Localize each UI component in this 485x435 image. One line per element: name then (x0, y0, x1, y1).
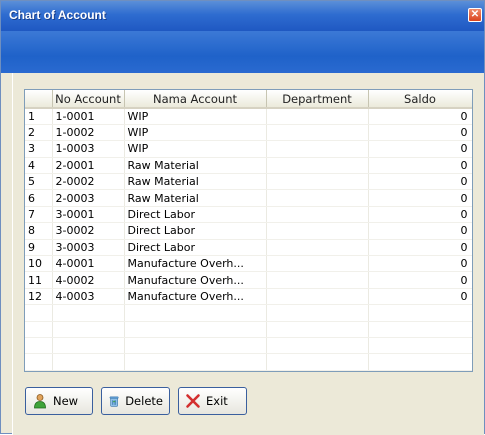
cell-no-account[interactable]: 4-0002 (52, 271, 125, 289)
cell-department[interactable] (266, 124, 369, 142)
cell-no-account[interactable]: 4-0003 (52, 288, 125, 306)
cell-department[interactable] (266, 206, 369, 224)
cell-nama-account[interactable]: Manufacture Overh... (124, 255, 267, 273)
recycle-bin-icon (109, 396, 119, 407)
cell-department[interactable] (266, 108, 369, 125)
cell-saldo[interactable]: 0 (368, 288, 472, 306)
exit-button[interactable]: Exit (178, 387, 247, 415)
account-grid[interactable]: No Account Nama Account Department Saldo… (24, 89, 473, 372)
empty-row (25, 337, 472, 355)
cell-no-account[interactable]: 1-0003 (52, 140, 125, 158)
cell-department[interactable] (266, 271, 369, 289)
account-table: No Account Nama Account Department Saldo… (25, 90, 472, 371)
table-row[interactable]: 1 1-0001 WIP 0 (25, 108, 472, 125)
cell-nama-account[interactable]: Direct Labor (124, 239, 267, 257)
header-banner (1, 31, 484, 73)
table-row[interactable]: 8 3-0002 Direct Labor 0 (25, 222, 472, 240)
cell-department[interactable] (266, 157, 369, 175)
cell-no-account[interactable]: 1-0002 (52, 124, 125, 142)
cell-no-account[interactable]: 2-0003 (52, 189, 125, 207)
table-header-row: No Account Nama Account Department Saldo (25, 90, 472, 109)
delete-button[interactable]: Delete (101, 387, 170, 415)
close-button[interactable]: ✕ (468, 8, 482, 22)
column-header-nama-account[interactable]: Nama Account (124, 90, 267, 109)
row-index: 2 (25, 124, 53, 142)
cell-no-account[interactable]: 2-0002 (52, 173, 125, 191)
cell-nama-account[interactable]: WIP (124, 140, 267, 158)
row-index: 10 (25, 255, 53, 273)
cell-nama-account[interactable]: Raw Material (124, 157, 267, 175)
cell-saldo[interactable]: 0 (368, 140, 472, 158)
cell-nama-account[interactable]: WIP (124, 124, 267, 142)
close-icon: ✕ (470, 9, 480, 20)
row-index: 9 (25, 239, 53, 257)
row-index: 3 (25, 140, 53, 158)
cell-saldo[interactable]: 0 (368, 222, 472, 240)
row-index: 12 (25, 288, 53, 306)
user-add-icon (34, 394, 46, 409)
cell-no-account[interactable]: 3-0002 (52, 222, 125, 240)
new-button[interactable]: New (25, 387, 93, 415)
table-body: 1 1-0001 WIP 0 2 1-0002 WIP 0 3 1-0003 WIP 0 4 2-0… (25, 108, 472, 371)
cell-no-account[interactable]: 3-0003 (52, 239, 125, 257)
table-row[interactable]: 10 4-0001 Manufacture Overh... 0 (25, 255, 472, 273)
cell-nama-account[interactable]: Raw Material (124, 173, 267, 191)
table-row[interactable]: 11 4-0002 Manufacture Overh... 0 (25, 271, 472, 289)
new-button-label: New (53, 394, 79, 408)
cell-saldo[interactable]: 0 (368, 189, 472, 207)
row-index: 8 (25, 222, 53, 240)
cell-saldo[interactable]: 0 (368, 239, 472, 257)
window-title: Chart of Account (9, 8, 106, 22)
cell-department[interactable] (266, 222, 369, 240)
cell-nama-account[interactable]: Raw Material (124, 189, 267, 207)
cell-no-account[interactable]: 2-0001 (52, 157, 125, 175)
delete-button-label: Delete (125, 394, 163, 408)
table-row[interactable]: 3 1-0003 WIP 0 (25, 140, 472, 158)
cell-department[interactable] (266, 288, 369, 306)
row-index: 1 (25, 108, 53, 125)
cell-nama-account[interactable]: WIP (124, 108, 267, 125)
cell-department[interactable] (266, 189, 369, 207)
cell-no-account[interactable]: 1-0001 (52, 108, 125, 125)
empty-row (25, 353, 472, 371)
empty-row (25, 304, 472, 322)
table-row[interactable]: 9 3-0003 Direct Labor 0 (25, 239, 472, 257)
cell-nama-account[interactable]: Direct Labor (124, 206, 267, 224)
cell-department[interactable] (266, 173, 369, 191)
cell-saldo[interactable]: 0 (368, 255, 472, 273)
row-index: 4 (25, 157, 53, 175)
row-index: 5 (25, 173, 53, 191)
cell-saldo[interactable]: 0 (368, 157, 472, 175)
cell-nama-account[interactable]: Manufacture Overh... (124, 271, 267, 289)
cell-no-account[interactable]: 3-0001 (52, 206, 125, 224)
table-row[interactable]: 6 2-0003 Raw Material 0 (25, 189, 472, 207)
cell-no-account[interactable]: 4-0001 (52, 255, 125, 273)
cell-nama-account[interactable]: Manufacture Overh... (124, 288, 267, 306)
row-index: 7 (25, 206, 53, 224)
red-x-icon (186, 394, 200, 408)
cell-saldo[interactable]: 0 (368, 271, 472, 289)
table-row[interactable]: 7 3-0001 Direct Labor 0 (25, 206, 472, 224)
cell-department[interactable] (266, 140, 369, 158)
column-header-saldo[interactable]: Saldo (368, 90, 472, 109)
table-row[interactable]: 4 2-0001 Raw Material 0 (25, 157, 472, 175)
cell-saldo[interactable]: 0 (368, 173, 472, 191)
table-row[interactable]: 5 2-0002 Raw Material 0 (25, 173, 472, 191)
title-bar[interactable]: Chart of Account ✕ (1, 1, 484, 31)
row-index: 11 (25, 271, 53, 289)
cell-department[interactable] (266, 239, 369, 257)
row-index: 6 (25, 189, 53, 207)
cell-saldo[interactable]: 0 (368, 206, 472, 224)
table-row[interactable]: 12 4-0003 Manufacture Overh... 0 (25, 288, 472, 306)
column-header-no-account[interactable]: No Account (52, 90, 125, 109)
cell-nama-account[interactable]: Direct Labor (124, 222, 267, 240)
empty-row (25, 321, 472, 338)
cell-department[interactable] (266, 255, 369, 273)
table-row[interactable]: 2 1-0002 WIP 0 (25, 124, 472, 142)
column-header-department[interactable]: Department (266, 90, 369, 109)
exit-button-label: Exit (206, 394, 228, 408)
cell-saldo[interactable]: 0 (368, 124, 472, 142)
cell-saldo[interactable]: 0 (368, 108, 472, 125)
column-header-index[interactable] (25, 90, 53, 109)
